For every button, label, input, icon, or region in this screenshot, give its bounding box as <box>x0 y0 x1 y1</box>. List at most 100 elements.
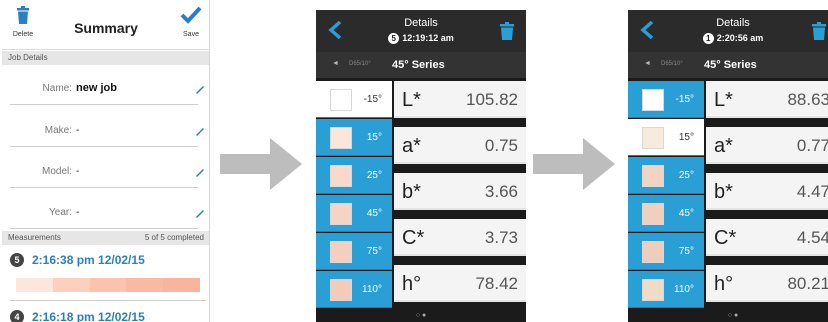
make-field[interactable]: Make: - <box>10 107 204 147</box>
details-screen-b: Details 1 2:20:56 am ◄ D65/10° 45° Series… <box>628 10 828 322</box>
value-row: L* 88.63 <box>706 81 828 118</box>
angle-row[interactable]: 45° <box>316 195 392 232</box>
details-header: Details 5 12:19:12 am <box>316 10 526 52</box>
angle-label: 75° <box>366 246 382 257</box>
angle-label: 110° <box>674 284 694 295</box>
save-button[interactable]: Save <box>174 6 208 38</box>
year-field[interactable]: Year: - <box>10 189 204 229</box>
value-key: a* <box>402 135 421 157</box>
angle-label: 25° <box>678 170 694 181</box>
summary-screen: Delete Summary Save Job Details Name: ne… <box>2 0 210 322</box>
name-value: new job <box>76 82 117 94</box>
measurement-swatch-bar <box>16 278 200 292</box>
value-number: 105.82 <box>466 90 518 109</box>
trash-icon[interactable] <box>500 22 514 40</box>
value-row: a* 0.75 <box>394 127 526 164</box>
angle-list: -15° 15° 25° 45° 75° 110° <box>316 81 392 309</box>
pencil-icon[interactable] <box>194 83 206 95</box>
angle-row[interactable]: 75° <box>316 233 392 270</box>
measurement-item[interactable]: 5 2:16:38 pm 12/02/15 <box>10 251 206 273</box>
details-title: Details <box>716 17 750 29</box>
swatch <box>163 278 200 292</box>
value-key: b* <box>714 181 733 203</box>
prev-arrow-icon[interactable]: ◄ <box>332 60 339 67</box>
angle-row[interactable]: 15° <box>316 119 392 156</box>
value-number: 78.42 <box>475 274 518 293</box>
color-swatch <box>642 279 664 301</box>
color-swatch <box>330 127 352 149</box>
measurement-number-badge: 5 <box>10 253 24 267</box>
year-value: - <box>76 207 80 218</box>
right-arrow-icon <box>533 138 615 190</box>
value-row: a* 0.77 <box>706 127 828 164</box>
angle-label: 25° <box>366 170 382 181</box>
prev-arrow-icon[interactable]: ◄ <box>644 60 651 67</box>
angle-label: 110° <box>362 284 382 295</box>
angle-row[interactable]: 110° <box>316 271 392 308</box>
value-key: h° <box>402 273 422 295</box>
model-field[interactable]: Model: - <box>10 148 204 188</box>
details-subtitle: 1 2:20:56 am <box>628 33 828 44</box>
divider <box>10 300 206 301</box>
value-list: L* 105.82 a* 0.75 b* 3.66 C* 3.73 h° 78.42 <box>394 81 526 309</box>
checkmark-icon <box>180 6 202 24</box>
angle-row[interactable]: -15° <box>316 81 392 118</box>
pencil-icon[interactable] <box>194 207 206 219</box>
job-details-heading: Job Details <box>8 53 48 62</box>
series-bar: ◄ D65/10° 45° Series <box>316 52 526 78</box>
measurement-item[interactable]: 4 2:16:18 pm 12/02/15 <box>10 308 206 322</box>
angle-row[interactable]: -15° <box>628 81 704 118</box>
series-label: 45° Series <box>392 59 445 71</box>
angle-row[interactable]: 75° <box>628 233 704 270</box>
value-number: 0.77 <box>796 136 828 155</box>
angle-label: 75° <box>678 246 694 257</box>
trash-icon[interactable] <box>812 22 826 40</box>
value-list: L* 88.63 a* 0.77 b* 4.47 C* 4.54 h° 80.21 <box>706 81 828 309</box>
measurement-time[interactable]: 2:16:18 pm 12/02/15 <box>32 310 145 322</box>
name-field[interactable]: Name: new job <box>10 65 204 105</box>
value-number: 80.21 <box>787 274 828 293</box>
angle-label: 45° <box>366 208 382 219</box>
details-title: Details <box>404 17 438 29</box>
value-key: C* <box>714 227 737 249</box>
value-row: b* 4.47 <box>706 173 828 210</box>
value-key: b* <box>402 181 421 203</box>
swatch <box>89 278 127 292</box>
color-swatch <box>330 279 352 301</box>
save-label: Save <box>183 31 199 38</box>
angle-row[interactable]: 25° <box>316 157 392 194</box>
color-swatch <box>642 165 664 187</box>
value-row: C* 3.73 <box>394 219 526 256</box>
color-swatch <box>330 241 352 263</box>
measurements-status: 5 of 5 completed <box>144 233 204 242</box>
swatch <box>126 278 164 292</box>
year-label: Year: <box>49 207 72 218</box>
measurements-section: Measurements 5 of 5 completed <box>2 231 209 245</box>
measurement-time: 12:19:12 am <box>402 33 454 43</box>
angle-row[interactable]: 25° <box>628 157 704 194</box>
color-swatch <box>642 203 664 225</box>
angle-row[interactable]: 15° <box>628 119 704 156</box>
make-label: Make: <box>44 125 72 136</box>
value-row: h° 80.21 <box>706 265 828 302</box>
series-bar: ◄ D65/10° 45° Series <box>628 52 828 78</box>
angle-label: 15° <box>678 132 694 143</box>
color-swatch <box>330 165 352 187</box>
angle-row[interactable]: 45° <box>628 195 704 232</box>
value-row: h° 78.42 <box>394 265 526 302</box>
measurement-time[interactable]: 2:16:38 pm 12/02/15 <box>32 253 145 267</box>
page-indicator: ○ ● <box>727 312 739 319</box>
swatch <box>16 278 53 292</box>
angle-row[interactable]: 110° <box>628 271 704 308</box>
details-header: Details 1 2:20:56 am <box>628 10 828 52</box>
value-number: 4.54 <box>796 228 828 247</box>
color-swatch <box>642 241 664 263</box>
value-number: 0.75 <box>484 136 518 155</box>
pencil-icon[interactable] <box>194 166 206 178</box>
job-details-section: Job Details <box>2 51 209 65</box>
pencil-icon[interactable] <box>194 125 206 137</box>
angle-label: 15° <box>366 132 382 143</box>
details-screen-a: Details 5 12:19:12 am ◄ D65/10° 45° Serie… <box>316 10 526 322</box>
value-key: a* <box>714 135 733 157</box>
measurements-heading: Measurements <box>8 233 61 242</box>
